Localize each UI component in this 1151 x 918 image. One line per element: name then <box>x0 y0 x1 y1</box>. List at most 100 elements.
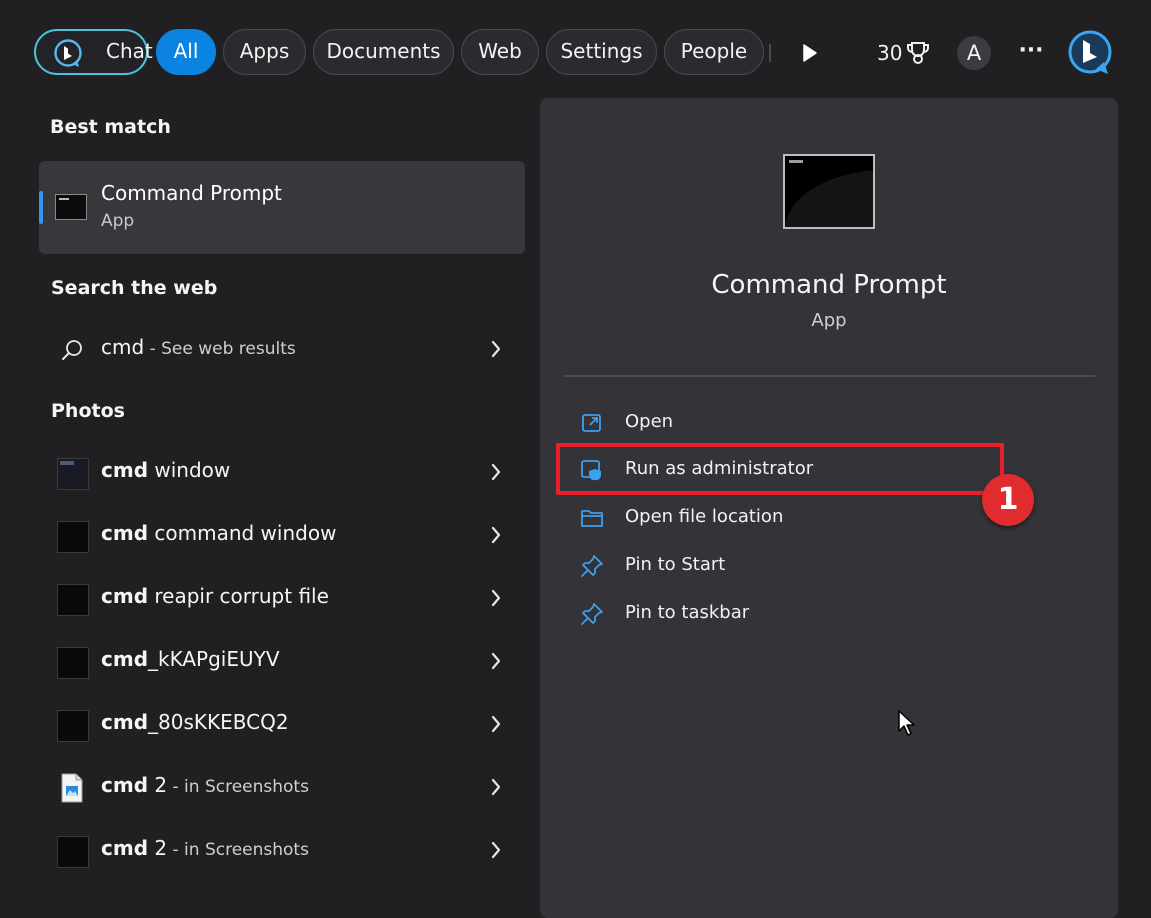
photo-result-text: cmd window <box>101 458 230 482</box>
web-search-query: cmd <box>101 335 145 359</box>
tab-documents[interactable]: Documents <box>313 29 454 75</box>
photo-result-rest: reapir corrupt file <box>148 584 329 608</box>
play-icon[interactable] <box>801 43 819 63</box>
tab-people-label: People <box>680 39 748 63</box>
search-web-heading: Search the web <box>51 277 218 299</box>
selection-indicator <box>39 191 43 224</box>
photo-result-rest: window <box>148 458 231 482</box>
photo-result-match: cmd <box>101 521 149 545</box>
search-icon <box>62 340 82 360</box>
pin-to-start-action[interactable]: Pin to Start <box>580 546 1060 586</box>
more-options-label: ··· <box>1018 38 1044 63</box>
chevron-right-icon <box>491 526 501 544</box>
best-match-title: Command Prompt <box>101 181 282 205</box>
best-match-subtitle: App <box>101 211 135 231</box>
pin-to-start-label: Pin to Start <box>625 554 726 575</box>
image-file-icon <box>61 773 83 803</box>
preview-divider <box>564 375 1095 377</box>
tab-overflow-divider <box>769 44 771 62</box>
photo-result[interactable]: cmd command window <box>44 511 516 561</box>
photo-thumbnail <box>57 521 89 553</box>
open-label: Open <box>625 411 674 432</box>
photo-thumbnail <box>57 836 89 868</box>
open-file-location-label: Open file location <box>625 506 784 527</box>
photo-result-match: cmd <box>101 836 149 860</box>
photo-result[interactable]: cmd_80sKKEBCQ2 <box>44 700 516 750</box>
photo-result-location: - in Screenshots <box>167 840 309 860</box>
preview-title: Command Prompt <box>711 270 947 300</box>
tab-all[interactable]: All <box>156 29 216 75</box>
preview-subtitle: App <box>811 310 847 331</box>
photo-result-rest: command window <box>148 521 337 545</box>
photo-result-rest: 2 <box>148 836 168 860</box>
chat-tab[interactable]: Chat <box>34 29 153 75</box>
photo-result-match: cmd <box>101 773 149 797</box>
photo-result-match: cmd <box>101 584 149 608</box>
chevron-right-icon <box>491 463 501 481</box>
annotation-highlight-box <box>556 443 1004 495</box>
pin-to-taskbar-label: Pin to taskbar <box>625 602 750 623</box>
photo-result-text: cmd_80sKKEBCQ2 <box>101 710 289 734</box>
photo-result-text: cmd reapir corrupt file <box>101 584 329 608</box>
chevron-right-icon <box>491 778 501 796</box>
chevron-right-icon <box>491 340 501 358</box>
web-search-suffix: - See web results <box>144 339 296 359</box>
photo-result-match: cmd <box>101 647 149 671</box>
tab-apps-label: Apps <box>239 39 290 63</box>
photo-thumbnail <box>57 584 89 616</box>
avatar[interactable]: A <box>957 36 991 70</box>
command-prompt-icon <box>55 194 87 220</box>
rewards-points-value: 30 <box>877 41 903 65</box>
photo-result-match: cmd <box>101 458 149 482</box>
pin-to-taskbar-action[interactable]: Pin to taskbar <box>580 594 1060 634</box>
chevron-right-icon <box>491 715 501 733</box>
avatar-initial: A <box>966 41 982 65</box>
photo-result-location: - in Screenshots <box>167 777 309 797</box>
pin-icon <box>581 555 603 577</box>
photo-result-rest: 2 <box>148 773 168 797</box>
tab-web-label: Web <box>478 39 522 63</box>
chevron-right-icon <box>491 841 501 859</box>
tab-apps[interactable]: Apps <box>223 29 306 75</box>
tab-documents-label: Documents <box>326 39 441 63</box>
pin-icon <box>581 603 603 625</box>
tab-all-label: All <box>173 39 199 63</box>
photo-thumbnail <box>57 710 89 742</box>
photo-result-text: cmd 2 - in Screenshots <box>101 773 309 797</box>
photo-result[interactable]: cmd_kKAPgiEUYV <box>44 637 516 687</box>
best-match-result[interactable]: Command Prompt App <box>39 161 525 254</box>
photos-heading: Photos <box>51 400 125 422</box>
photo-result[interactable]: cmd 2 - in Screenshots <box>44 826 516 876</box>
folder-icon <box>581 510 603 527</box>
annotation-step-badge: 1 <box>982 474 1034 526</box>
chat-tab-label: Chat <box>106 39 153 63</box>
photo-thumbnail <box>57 647 89 679</box>
tab-settings[interactable]: Settings <box>546 29 657 75</box>
open-action[interactable]: Open <box>580 403 1060 443</box>
tab-web[interactable]: Web <box>461 29 539 75</box>
web-search-text: cmd - See web results <box>101 335 296 359</box>
photo-result-text: cmd 2 - in Screenshots <box>101 836 309 860</box>
trophy-icon <box>907 42 929 64</box>
photo-result[interactable]: cmd reapir corrupt file <box>44 574 516 624</box>
web-search-result[interactable]: cmd - See web results <box>44 325 516 375</box>
mouse-cursor-icon <box>898 710 915 736</box>
photo-result[interactable]: cmd 2 - in Screenshots <box>44 763 516 813</box>
bing-chat-large-icon[interactable] <box>1066 29 1114 77</box>
best-match-heading: Best match <box>50 116 171 138</box>
photo-result-rest: _80sKKEBCQ2 <box>148 710 289 734</box>
photo-thumbnail <box>57 458 89 490</box>
chevron-right-icon <box>491 589 501 607</box>
chevron-right-icon <box>491 652 501 670</box>
photo-result[interactable]: cmd window <box>44 448 516 498</box>
rewards-points[interactable]: 30 <box>877 41 929 67</box>
photo-result-match: cmd <box>101 710 149 734</box>
photo-result-text: cmd_kKAPgiEUYV <box>101 647 280 671</box>
tab-settings-label: Settings <box>560 39 643 63</box>
bing-chat-icon <box>54 39 82 67</box>
tab-people[interactable]: People <box>664 29 764 75</box>
photo-result-rest: _kKAPgiEUYV <box>148 647 280 671</box>
open-icon <box>582 414 601 432</box>
more-options-icon[interactable]: ··· <box>1018 36 1044 66</box>
command-prompt-large-icon <box>783 154 875 229</box>
